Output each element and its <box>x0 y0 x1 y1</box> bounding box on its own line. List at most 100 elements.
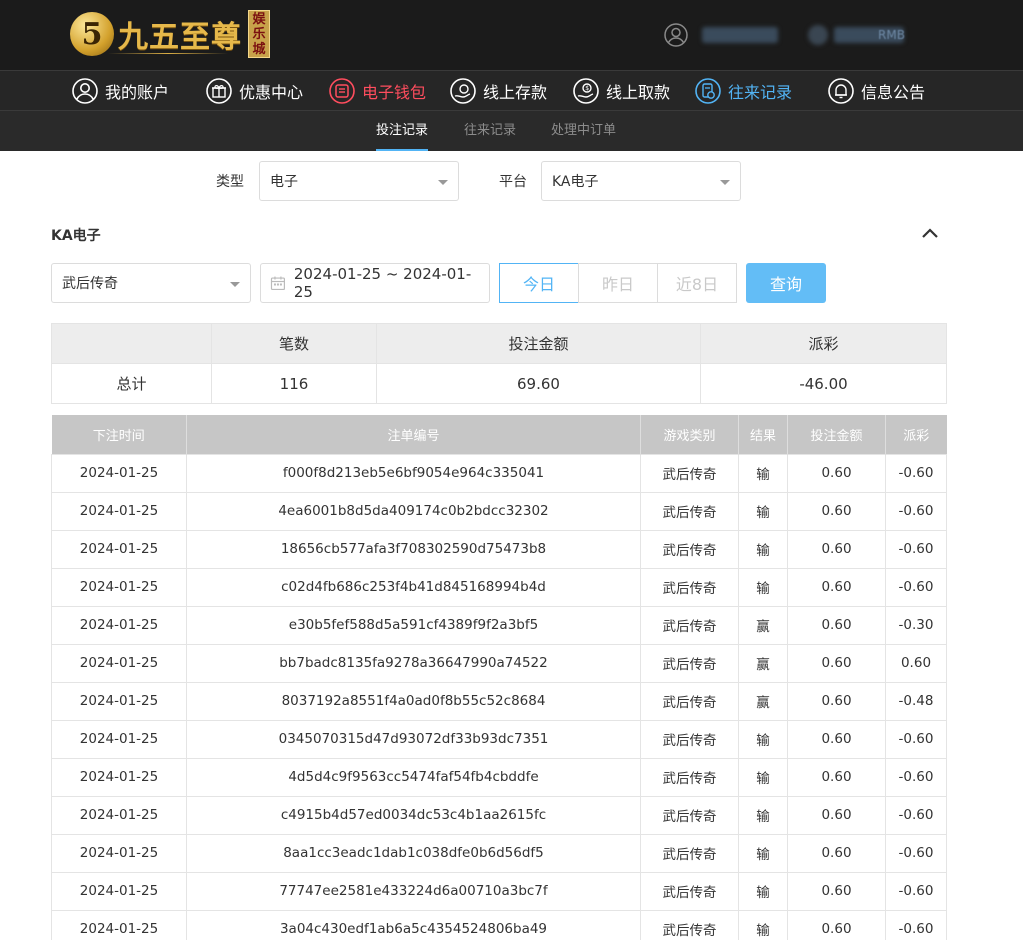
username-redacted <box>702 27 778 43</box>
result-cell: 赢 <box>738 681 788 721</box>
table-row[interactable]: 2024-01-25 bb7badc8135fa9278a36647990a745… <box>51 643 947 683</box>
table-row[interactable]: 2024-01-25 77747ee2581e433224d6a00710a3bc… <box>51 871 947 911</box>
subtab-bet-records[interactable]: 投注记录 <box>376 111 429 151</box>
column-header[interactable]: 派彩 <box>885 415 947 454</box>
summary-table: 笔数 投注金额 派彩 总计 116 69.60 -46.00 <box>51 323 947 404</box>
user-icon <box>72 78 98 104</box>
chevron-up-icon[interactable] <box>919 222 941 244</box>
result-cell: 输 <box>738 757 788 797</box>
game-type-cell: 武后传奇 <box>640 757 739 797</box>
date-range-value: 2024-01-25 ~ 2024-01-25 <box>293 265 472 301</box>
bet-time-cell: 2024-01-25 <box>51 681 187 721</box>
sub-nav: 投注记录 往来记录 处理中订单 <box>0 111 1023 151</box>
table-row[interactable]: 2024-01-25 c4915b4d57ed0034dc53c4b1aa2615… <box>51 795 947 835</box>
type-select[interactable]: 电子 <box>259 161 459 201</box>
wallet-icon-redacted <box>808 25 828 45</box>
query-button[interactable]: 查询 <box>746 263 826 303</box>
game-type-cell: 武后传奇 <box>640 795 739 835</box>
table-header-row: 下注时间 注单编号 游戏类别 结果 投注金额 派彩 <box>51 415 947 454</box>
result-cell: 赢 <box>738 643 788 683</box>
order-id-cell: c4915b4d57ed0034dc53c4b1aa2615fc <box>186 795 641 835</box>
summary-header-cell <box>51 323 212 364</box>
column-header[interactable]: 结果 <box>738 415 788 454</box>
withdraw-icon: $ <box>573 78 599 104</box>
nav-online-withdraw[interactable]: $ 线上取款 <box>572 71 670 111</box>
result-cell: 输 <box>738 795 788 835</box>
order-id-cell: bb7badc8135fa9278a36647990a74522 <box>186 643 641 683</box>
bet-amount-cell: 0.60 <box>787 871 886 911</box>
bet-time-cell: 2024-01-25 <box>51 453 187 493</box>
table-row[interactable]: 2024-01-25 18656cb577afa3f708302590d75473… <box>51 529 947 569</box>
table-row[interactable]: 2024-01-25 f000f8d213eb5e6bf9054e964c3350… <box>51 453 947 493</box>
result-cell: 赢 <box>738 605 788 645</box>
records-icon <box>695 78 721 104</box>
table-row[interactable]: 2024-01-25 8aa1cc3eadc1dab1c038dfe0b6d56d… <box>51 833 947 873</box>
type-select-value: 电子 <box>270 174 298 190</box>
payout-cell: -0.60 <box>885 453 947 493</box>
chevron-down-icon <box>438 180 448 185</box>
order-id-cell: 18656cb577afa3f708302590d75473b8 <box>186 529 641 569</box>
game-select[interactable]: 武后传奇 <box>51 263 251 303</box>
platform-select-value: KA电子 <box>552 174 599 190</box>
bet-amount-cell: 0.60 <box>787 529 886 569</box>
table-row[interactable]: 2024-01-25 c02d4fb686c253f4b41d845168994b… <box>51 567 947 607</box>
payout-cell: -0.60 <box>885 719 947 759</box>
nav-announcements[interactable]: 信息公告 <box>827 71 925 111</box>
column-header[interactable]: 投注金额 <box>787 415 886 454</box>
bet-time-cell: 2024-01-25 <box>51 529 187 569</box>
order-id-cell: 3a04c430edf1ab6a5c4354524806ba49 <box>186 909 641 940</box>
nav-e-wallet[interactable]: 电子钱包 <box>328 71 426 111</box>
nav-label: 线上存款 <box>483 83 548 102</box>
nav-label: 往来记录 <box>728 83 793 102</box>
gift-icon <box>206 78 232 104</box>
nav-online-deposit[interactable]: 线上存款 <box>449 71 547 111</box>
summary-total-label: 总计 <box>51 363 212 404</box>
bet-time-cell: 2024-01-25 <box>51 567 187 607</box>
date-range-picker[interactable]: 2024-01-25 ~ 2024-01-25 <box>260 263 490 303</box>
table-row[interactable]: 2024-01-25 3a04c430edf1ab6a5c4354524806ba… <box>51 909 947 940</box>
summary-bet-amount: 69.60 <box>376 363 701 404</box>
game-type-cell: 武后传奇 <box>640 833 739 873</box>
order-id-cell: e30b5fef588d5a591cf4389f9f2a3bf5 <box>186 605 641 645</box>
user-area: RMB <box>664 20 905 50</box>
result-cell: 输 <box>738 529 788 569</box>
nav-label: 优惠中心 <box>239 83 304 102</box>
range-last8days-button[interactable]: 近8日 <box>657 263 737 303</box>
wallet-icon <box>329 78 355 104</box>
summary-header-cell: 笔数 <box>211 323 377 364</box>
bet-amount-cell: 0.60 <box>787 719 886 759</box>
table-row[interactable]: 2024-01-25 e30b5fef588d5a591cf4389f9f2a3b… <box>51 605 947 645</box>
range-yesterday-button[interactable]: 昨日 <box>578 263 658 303</box>
subtab-pending-orders[interactable]: 处理中订单 <box>551 111 616 151</box>
range-today-button[interactable]: 今日 <box>499 263 579 303</box>
table-row[interactable]: 2024-01-25 4ea6001b8d5da409174c0b2bdcc323… <box>51 491 947 531</box>
game-type-cell: 武后传奇 <box>640 719 739 759</box>
subtab-transaction-records[interactable]: 往来记录 <box>464 111 516 151</box>
payout-cell: -0.60 <box>885 871 947 911</box>
order-id-cell: 8aa1cc3eadc1dab1c038dfe0b6d56df5 <box>186 833 641 873</box>
top-header: 5 九五至尊 娱 乐 城 RMB <box>0 0 1023 70</box>
nav-my-account[interactable]: 我的账户 <box>71 71 169 111</box>
payout-cell: -0.60 <box>885 833 947 873</box>
column-header[interactable]: 下注时间 <box>51 415 187 454</box>
nav-label: 信息公告 <box>861 83 926 102</box>
result-cell: 输 <box>738 871 788 911</box>
user-avatar-icon[interactable] <box>664 23 688 47</box>
section-title: KA电子 <box>51 228 101 244</box>
logo-seal: 娱 乐 城 <box>248 10 270 58</box>
column-header[interactable]: 注单编号 <box>186 415 641 454</box>
platform-label: 平台 <box>499 174 527 190</box>
column-header[interactable]: 游戏类别 <box>640 415 739 454</box>
chevron-down-icon <box>720 180 730 185</box>
nav-transaction-records[interactable]: 往来记录 <box>694 71 792 111</box>
nav-promotions[interactable]: 优惠中心 <box>205 71 303 111</box>
nav-label: 电子钱包 <box>362 83 427 102</box>
logo-seal-char: 城 <box>252 41 266 57</box>
platform-select[interactable]: KA电子 <box>541 161 741 201</box>
game-type-cell: 武后传奇 <box>640 681 739 721</box>
table-row[interactable]: 2024-01-25 8037192a8551f4a0ad0f8b55c52c86… <box>51 681 947 721</box>
table-row[interactable]: 2024-01-25 0345070315d47d93072df33b93dc73… <box>51 719 947 759</box>
logo-seal-char: 娱 <box>252 11 266 27</box>
table-row[interactable]: 2024-01-25 4d5d4c9f9563cc5474faf54fb4cbdd… <box>51 757 947 797</box>
game-type-cell: 武后传奇 <box>640 909 739 940</box>
